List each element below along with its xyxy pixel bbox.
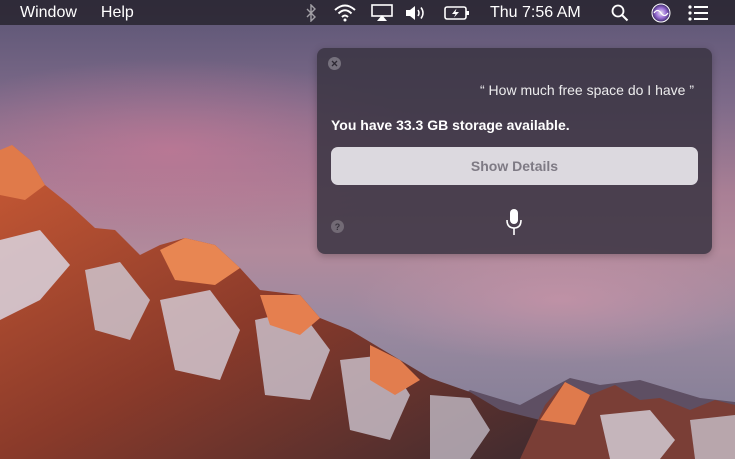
- menu-bar: Window Help Thu 7:56 AM: [0, 0, 735, 25]
- siri-answer-text: You have 33.3 GB storage available.: [331, 117, 570, 133]
- close-icon: [331, 60, 338, 67]
- siri-query-text: “ How much free space do I have ”: [480, 82, 694, 98]
- volume-icon[interactable]: [405, 2, 427, 23]
- menu-window[interactable]: Window: [20, 3, 77, 22]
- siri-icon[interactable]: [651, 2, 671, 23]
- menu-bar-clock[interactable]: Thu 7:56 AM: [490, 3, 581, 22]
- menu-help[interactable]: Help: [101, 3, 134, 22]
- show-details-button[interactable]: Show Details: [331, 147, 698, 185]
- siri-panel: “ How much free space do I have ” You ha…: [317, 48, 712, 254]
- microphone-button[interactable]: [505, 208, 523, 241]
- bluetooth-icon[interactable]: [305, 2, 317, 23]
- airplay-icon[interactable]: [371, 2, 393, 23]
- notification-center-icon[interactable]: [688, 2, 708, 23]
- close-button[interactable]: [328, 57, 341, 70]
- spotlight-search-icon[interactable]: [611, 2, 629, 23]
- help-button[interactable]: ?: [331, 220, 344, 233]
- battery-charging-icon[interactable]: [444, 2, 470, 23]
- wifi-icon[interactable]: [334, 2, 356, 23]
- microphone-icon: [506, 209, 522, 235]
